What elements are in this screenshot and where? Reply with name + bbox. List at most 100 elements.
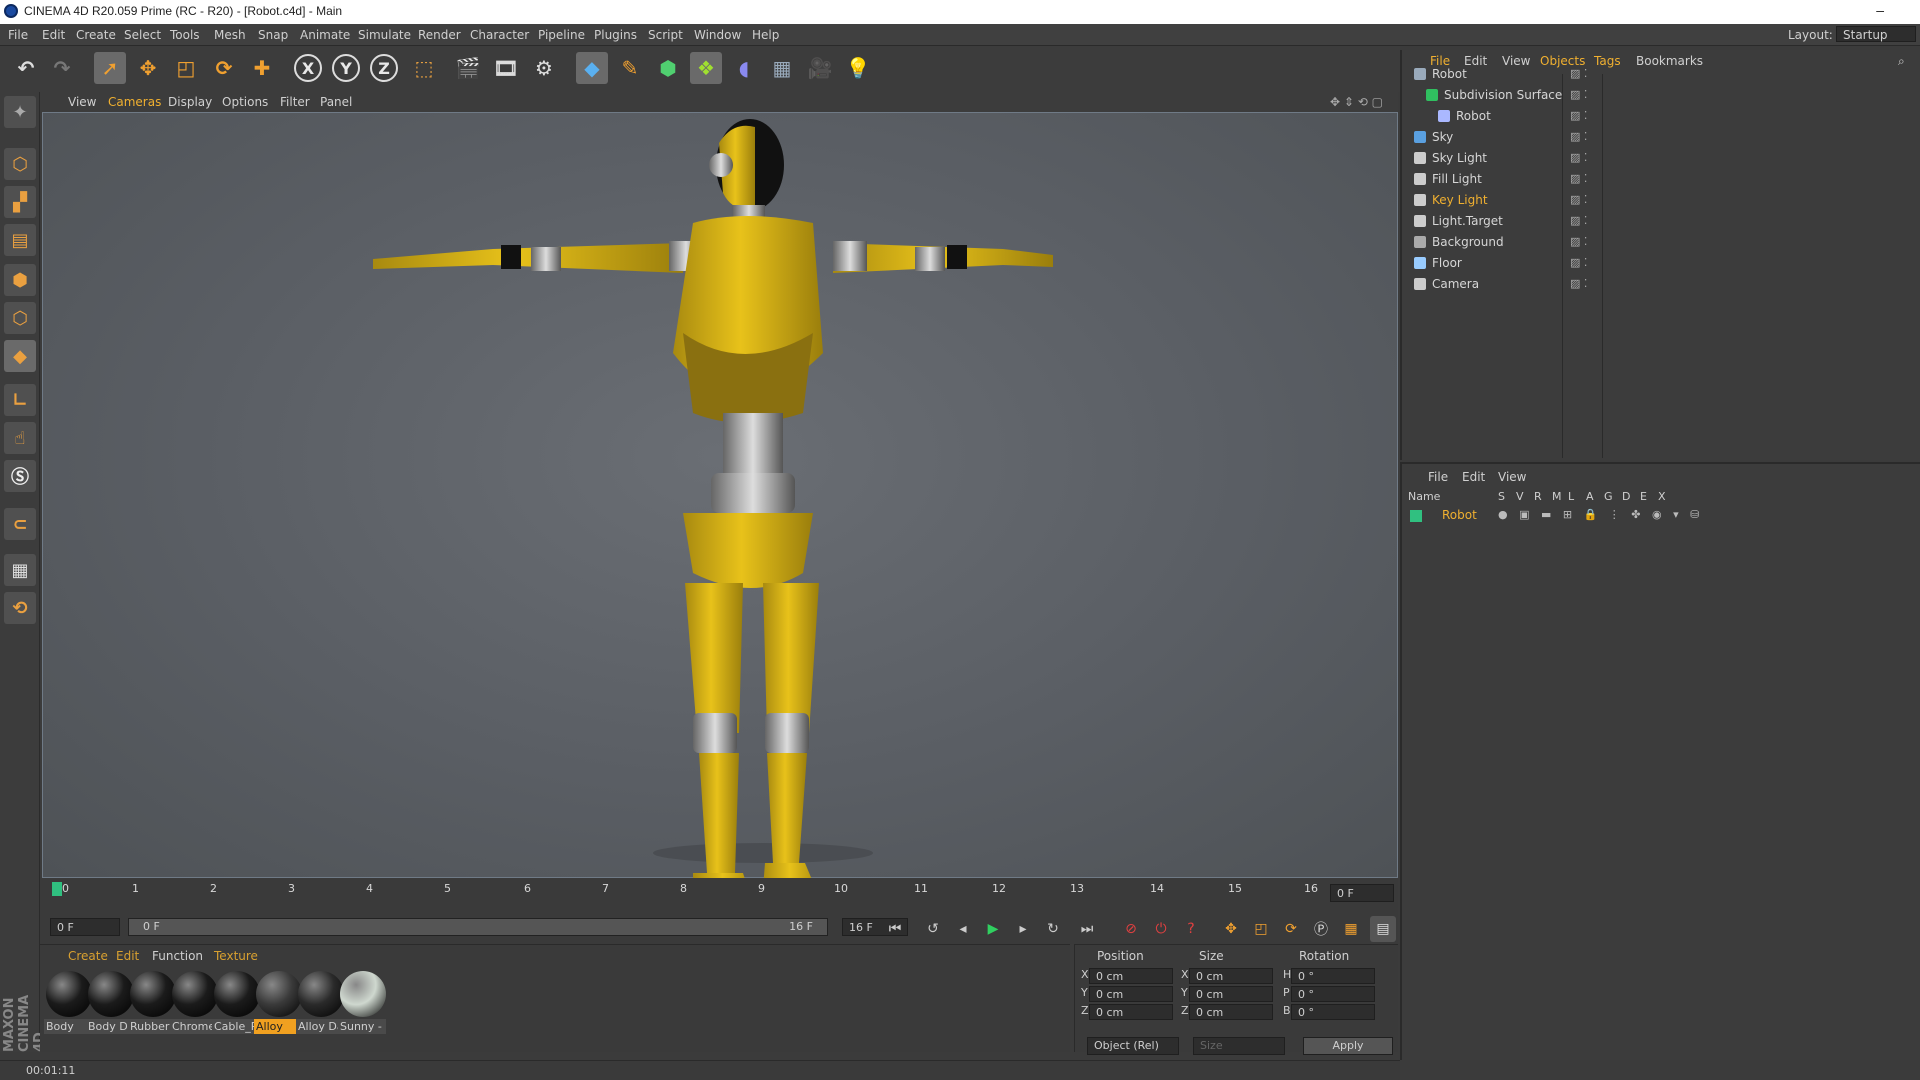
visibility-toggle-icon[interactable]: ▨ ⁚ (1570, 235, 1587, 248)
object-name[interactable]: Sky (1432, 130, 1453, 144)
next-key-icon[interactable]: ↻ (1040, 916, 1066, 942)
x-axis-lock-icon[interactable]: X (294, 54, 322, 82)
layer-column-header[interactable]: S (1498, 490, 1505, 503)
menu-create[interactable]: Create (76, 28, 116, 42)
deformer-icon[interactable]: ◖ (728, 52, 760, 84)
menu-select[interactable]: Select (124, 28, 161, 42)
attr-menu-file[interactable]: File (1428, 470, 1448, 484)
object-name[interactable]: Light.Target (1432, 214, 1503, 228)
object-row[interactable]: Camera ▨ ⁚ (1404, 274, 1920, 294)
go-to-end-icon[interactable]: ⏭ (1074, 916, 1100, 942)
viewport-nav-icons[interactable]: ✥ ⇕ ⟲ ▢ (1330, 95, 1383, 109)
play-icon[interactable]: ▶ (980, 916, 1006, 942)
layer-column-header[interactable]: L (1568, 490, 1574, 503)
object-name[interactable]: Floor (1432, 256, 1462, 270)
render-settings-icon[interactable]: ⚙ (528, 52, 560, 84)
layer-column-header[interactable]: G (1604, 490, 1613, 503)
texture-mode-icon[interactable]: ▞ (4, 186, 36, 218)
material-label[interactable]: Chrome (170, 1019, 218, 1034)
menu-simulate[interactable]: Simulate (358, 28, 411, 42)
visibility-toggle-icon[interactable]: ▨ ⁚ (1570, 256, 1587, 269)
viewport-menu-view[interactable]: View (68, 95, 96, 109)
layer-column-header[interactable]: D (1622, 490, 1630, 503)
cube-object-icon[interactable]: ◆ (576, 52, 608, 84)
menu-mesh[interactable]: Mesh (214, 28, 246, 42)
layer-toggle-icons[interactable]: ● ▣ ▬ ⊞ 🔒 ⋮ ✤ ◉ ▾ ⛁ (1498, 508, 1703, 521)
undo-icon[interactable]: ↶ (10, 52, 42, 84)
apply-button[interactable]: Apply (1303, 1037, 1393, 1055)
layer-column-header[interactable]: M (1552, 490, 1562, 503)
attr-menu-edit[interactable]: Edit (1462, 470, 1485, 484)
material-label[interactable]: Body Da (86, 1019, 134, 1034)
tweak-mode-icon[interactable]: ☝ (4, 422, 36, 454)
object-name[interactable]: Background (1432, 235, 1504, 249)
record-scale-icon[interactable]: ◰ (1248, 916, 1274, 942)
record-rotation-icon[interactable]: ⟳ (1278, 916, 1304, 942)
visibility-toggle-icon[interactable]: ▨ ⁚ (1570, 172, 1587, 185)
material-preview-ball[interactable] (172, 971, 218, 1017)
material-label[interactable]: Sunny - (338, 1019, 386, 1034)
menu-render[interactable]: Render (418, 28, 461, 42)
object-row[interactable]: Background ▨ ⁚ (1404, 232, 1920, 252)
object-row[interactable]: Sky ▨ ⁚ (1404, 127, 1920, 147)
live-selection-icon[interactable]: ➚ (94, 52, 126, 84)
layer-column-header[interactable]: R (1534, 490, 1542, 503)
material-label[interactable]: Alloy (254, 1019, 302, 1034)
object-name[interactable]: Fill Light (1432, 172, 1482, 186)
record-point-level-icon[interactable]: ▦ (1338, 916, 1364, 942)
render-picture-viewer-icon[interactable]: 🎞 (490, 52, 522, 84)
camera-icon[interactable]: 🎥 (804, 52, 836, 84)
timeline-window-icon[interactable]: ▤ (1370, 916, 1396, 942)
timeline-ruler[interactable]: 0 1 2 3 4 5 6 7 8 9 10 11 12 13 14 15 16… (40, 878, 1398, 908)
viewport-menu-display[interactable]: Display (168, 95, 212, 109)
coordinate-field[interactable]: 0 cm (1089, 986, 1173, 1002)
coordinate-field[interactable]: 0 cm (1089, 968, 1173, 984)
3d-viewport[interactable] (42, 112, 1398, 925)
viewport-menu-options[interactable]: Options (222, 95, 268, 109)
viewport-menu-filter[interactable]: Filter (280, 95, 310, 109)
object-row[interactable]: Floor ▨ ⁚ (1404, 253, 1920, 273)
object-row[interactable]: Sky Light ▨ ⁚ (1404, 148, 1920, 168)
menu-pipeline[interactable]: Pipeline (538, 28, 585, 42)
snap-toggle-icon[interactable]: ⊂ (4, 508, 36, 540)
size-mode-dropdown[interactable]: Size (1193, 1037, 1285, 1055)
material-menu-edit[interactable]: Edit (116, 949, 139, 963)
menu-file[interactable]: File (8, 28, 28, 42)
object-row[interactable]: Subdivision Surface ▨ ⁚ (1404, 85, 1920, 105)
material-menu-create[interactable]: Create (68, 949, 108, 963)
visibility-toggle-icon[interactable]: ▨ ⁚ (1570, 193, 1587, 206)
coordinate-field[interactable]: 0 cm (1089, 1004, 1173, 1020)
visibility-toggle-icon[interactable]: ▨ ⁚ (1570, 277, 1587, 290)
visibility-toggle-icon[interactable]: ▨ ⁚ (1570, 67, 1587, 80)
light-icon[interactable]: 💡 (842, 52, 874, 84)
coordinate-system-icon[interactable]: ⬚ (408, 52, 440, 84)
visibility-toggle-icon[interactable]: ▨ ⁚ (1570, 88, 1587, 101)
coordinate-field[interactable]: 0 cm (1189, 1004, 1273, 1020)
coordinate-field[interactable]: 0 cm (1189, 968, 1273, 984)
layer-column-header[interactable]: X (1658, 490, 1666, 503)
material-label[interactable]: Cable_R (212, 1019, 260, 1034)
floor-scene-icon[interactable]: ▦ (766, 52, 798, 84)
menu-animate[interactable]: Animate (300, 28, 350, 42)
current-frame-marker[interactable] (52, 882, 62, 896)
material-label[interactable]: Alloy Da (296, 1019, 344, 1034)
move-tool-icon[interactable]: ✥ (132, 52, 164, 84)
menu-character[interactable]: Character (470, 28, 529, 42)
coordinate-mode-dropdown[interactable]: Object (Rel) (1087, 1037, 1179, 1055)
record-position-icon[interactable]: ✥ (1218, 916, 1244, 942)
object-name[interactable]: Robot (1456, 109, 1491, 123)
polygons-mode-icon[interactable]: ◆ (4, 340, 36, 372)
visibility-toggle-icon[interactable]: ▨ ⁚ (1570, 214, 1587, 227)
previous-key-icon[interactable]: ↺ (920, 916, 946, 942)
start-frame-field[interactable]: 0 F (50, 918, 120, 936)
viewport-menu-panel[interactable]: Panel (320, 95, 352, 109)
array-generator-icon[interactable]: ❖ (690, 52, 722, 84)
material-label[interactable]: Rubber (128, 1019, 176, 1034)
object-name[interactable]: Sky Light (1432, 151, 1487, 165)
attr-menu-view[interactable]: View (1498, 470, 1526, 484)
material-preview-ball[interactable] (130, 971, 176, 1017)
material-preview-ball[interactable] (340, 971, 386, 1017)
window-controls[interactable]: – (1876, 2, 1906, 18)
object-name[interactable]: Robot (1432, 67, 1467, 81)
menu-script[interactable]: Script (648, 28, 683, 42)
